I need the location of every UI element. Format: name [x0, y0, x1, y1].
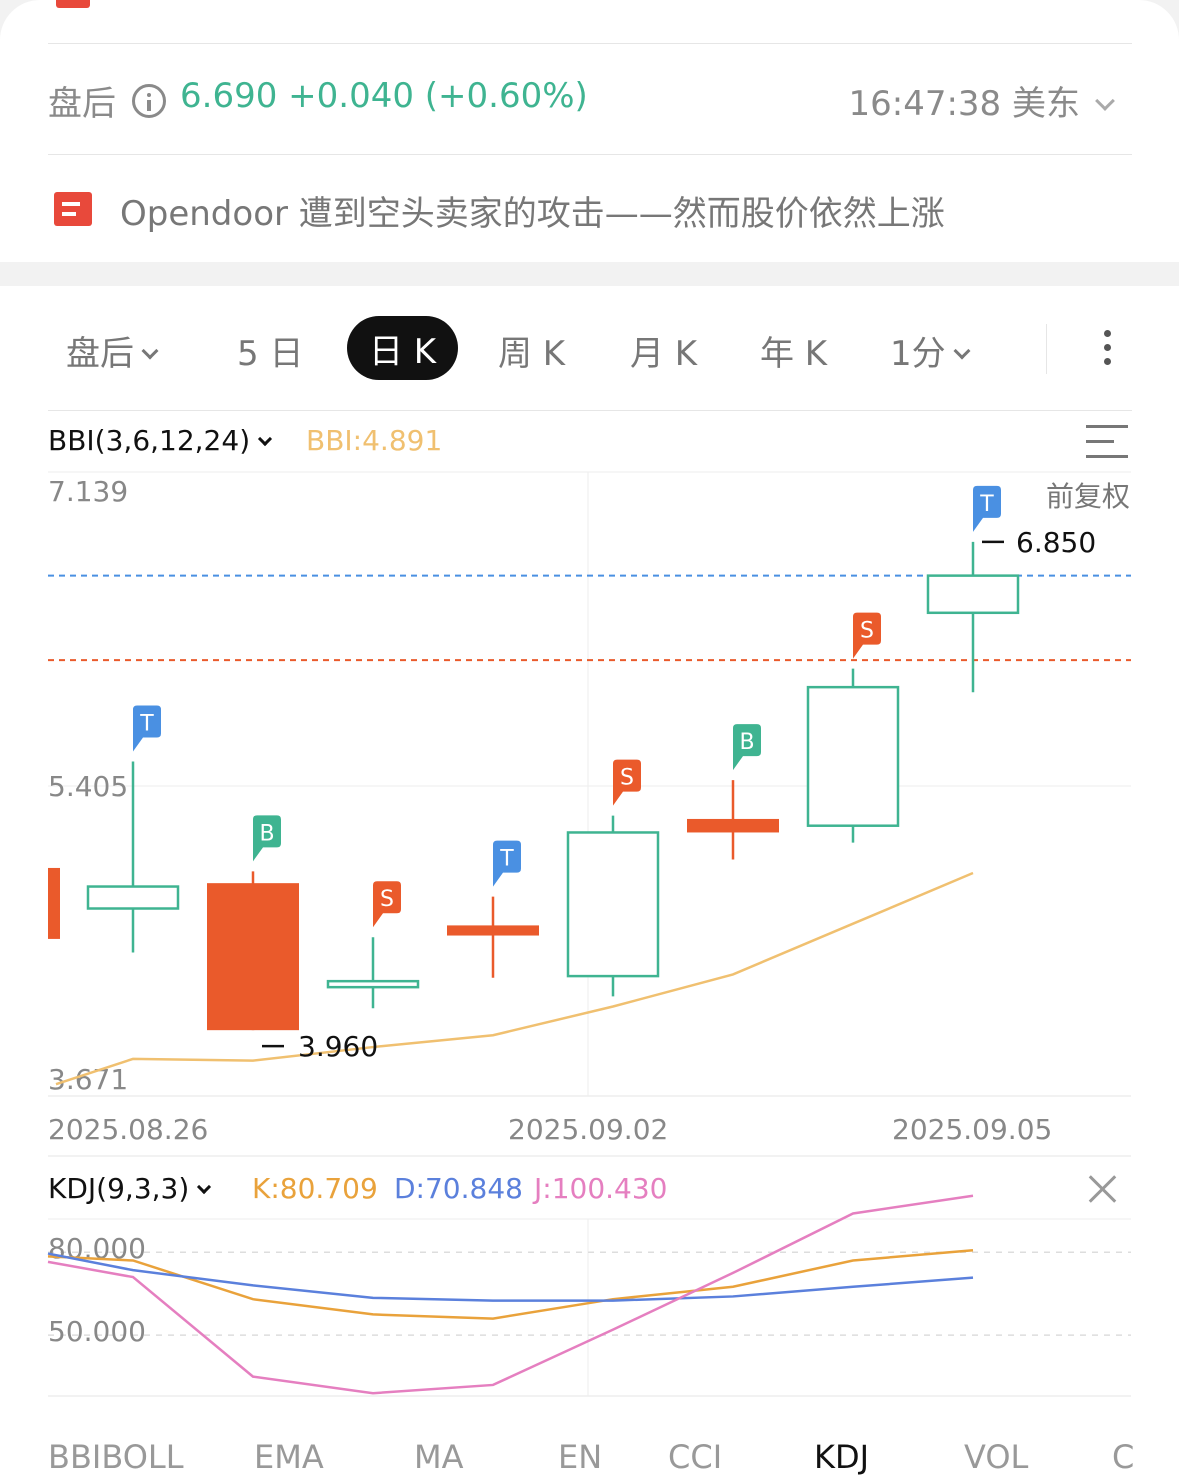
divider	[48, 154, 1132, 155]
indicator-tab-vol[interactable]: VOL	[964, 1438, 1028, 1476]
signal-marker-label: B	[259, 821, 274, 846]
after-hours-price: 6.690 +0.040 (+0.60%)	[180, 76, 588, 116]
corner-fill	[0, 0, 80, 80]
news-headline[interactable]: Opendoor 遭到空头卖家的攻击——然而股价依然上涨	[120, 186, 945, 235]
signal-marker-label: B	[739, 730, 754, 755]
signal-marker-label: T	[499, 847, 514, 872]
signal-marker-label: S	[860, 619, 874, 644]
signal-marker-label: T	[139, 711, 154, 736]
x-axis-label: 2025.08.26	[48, 1113, 208, 1146]
indicator-tab-kdj[interactable]: KDJ	[814, 1438, 869, 1476]
candle-body	[806, 685, 900, 827]
candle-body	[687, 818, 779, 833]
indicator-tab-bbiboll[interactable]: BBIBOLL	[48, 1438, 184, 1476]
news-icon	[54, 192, 92, 226]
chart-canvas[interactable]: 7.139 5.405 3.671 T B S T S B S T 6.850 3.960 前复权 2025…	[0, 286, 1179, 1478]
cut-row-icon	[56, 0, 90, 8]
signal-marker-label: S	[380, 887, 394, 912]
chart-card: 盘后 5 日 日 K 周 K 月 K 年 K 1分 BBI(3,6,12,24)…	[0, 286, 1179, 1478]
indicator-tab-ema[interactable]: EMA	[254, 1438, 324, 1476]
candle-body	[207, 883, 299, 1031]
info-icon[interactable]	[132, 84, 166, 118]
divider	[48, 43, 1132, 44]
cut-off-row	[48, 0, 1132, 8]
kdj-axis-label: 50.000	[48, 1315, 146, 1348]
candle-body	[926, 574, 1020, 615]
candle-body	[86, 885, 180, 910]
price-adjust-label: 前复权	[1046, 480, 1130, 513]
candle-body	[48, 867, 60, 939]
signal-marker-label: T	[979, 492, 994, 517]
y-axis-label: 5.405	[48, 770, 128, 803]
corner-fill	[1099, 0, 1179, 80]
high-price-label: 6.850	[1016, 526, 1096, 559]
news-banner[interactable]: Opendoor 遭到空头卖家的攻击——然而股价依然上涨	[48, 186, 1132, 234]
candle-body	[447, 925, 539, 936]
x-axis-label: 2025.09.02	[508, 1113, 668, 1146]
candle-body	[566, 831, 660, 978]
indicator-tabs: BBIBOLL EMA MA EN CCI KDJ VOL C	[48, 1436, 1179, 1478]
indicator-tab-ma[interactable]: MA	[414, 1438, 464, 1476]
candle-body	[326, 979, 420, 989]
signal-marker-label: S	[620, 766, 634, 791]
after-hours-row[interactable]: 盘后 6.690 +0.040 (+0.60%) 16:47:38 美东	[48, 76, 1132, 124]
indicator-tab-cci[interactable]: CCI	[668, 1438, 722, 1476]
indicator-tab-en[interactable]: EN	[558, 1438, 602, 1476]
after-hours-time: 16:47:38 美东	[848, 84, 1080, 124]
bbi-line	[55, 871, 974, 1086]
kdj-d-line	[47, 1252, 974, 1302]
y-axis-label: 7.139	[48, 475, 128, 508]
quote-header-card: 盘后 6.690 +0.040 (+0.60%) 16:47:38 美东 Ope…	[0, 0, 1179, 262]
indicator-tab-c[interactable]: C	[1112, 1438, 1134, 1476]
low-price-label: 3.960	[298, 1030, 378, 1063]
kdj-j-line	[47, 1194, 974, 1395]
x-axis-label: 2025.09.05	[892, 1113, 1052, 1146]
after-hours-label: 盘后	[48, 84, 116, 124]
chevron-down-icon[interactable]	[1095, 91, 1115, 111]
y-axis-label: 3.671	[48, 1063, 128, 1096]
kdj-k-line	[47, 1249, 974, 1320]
